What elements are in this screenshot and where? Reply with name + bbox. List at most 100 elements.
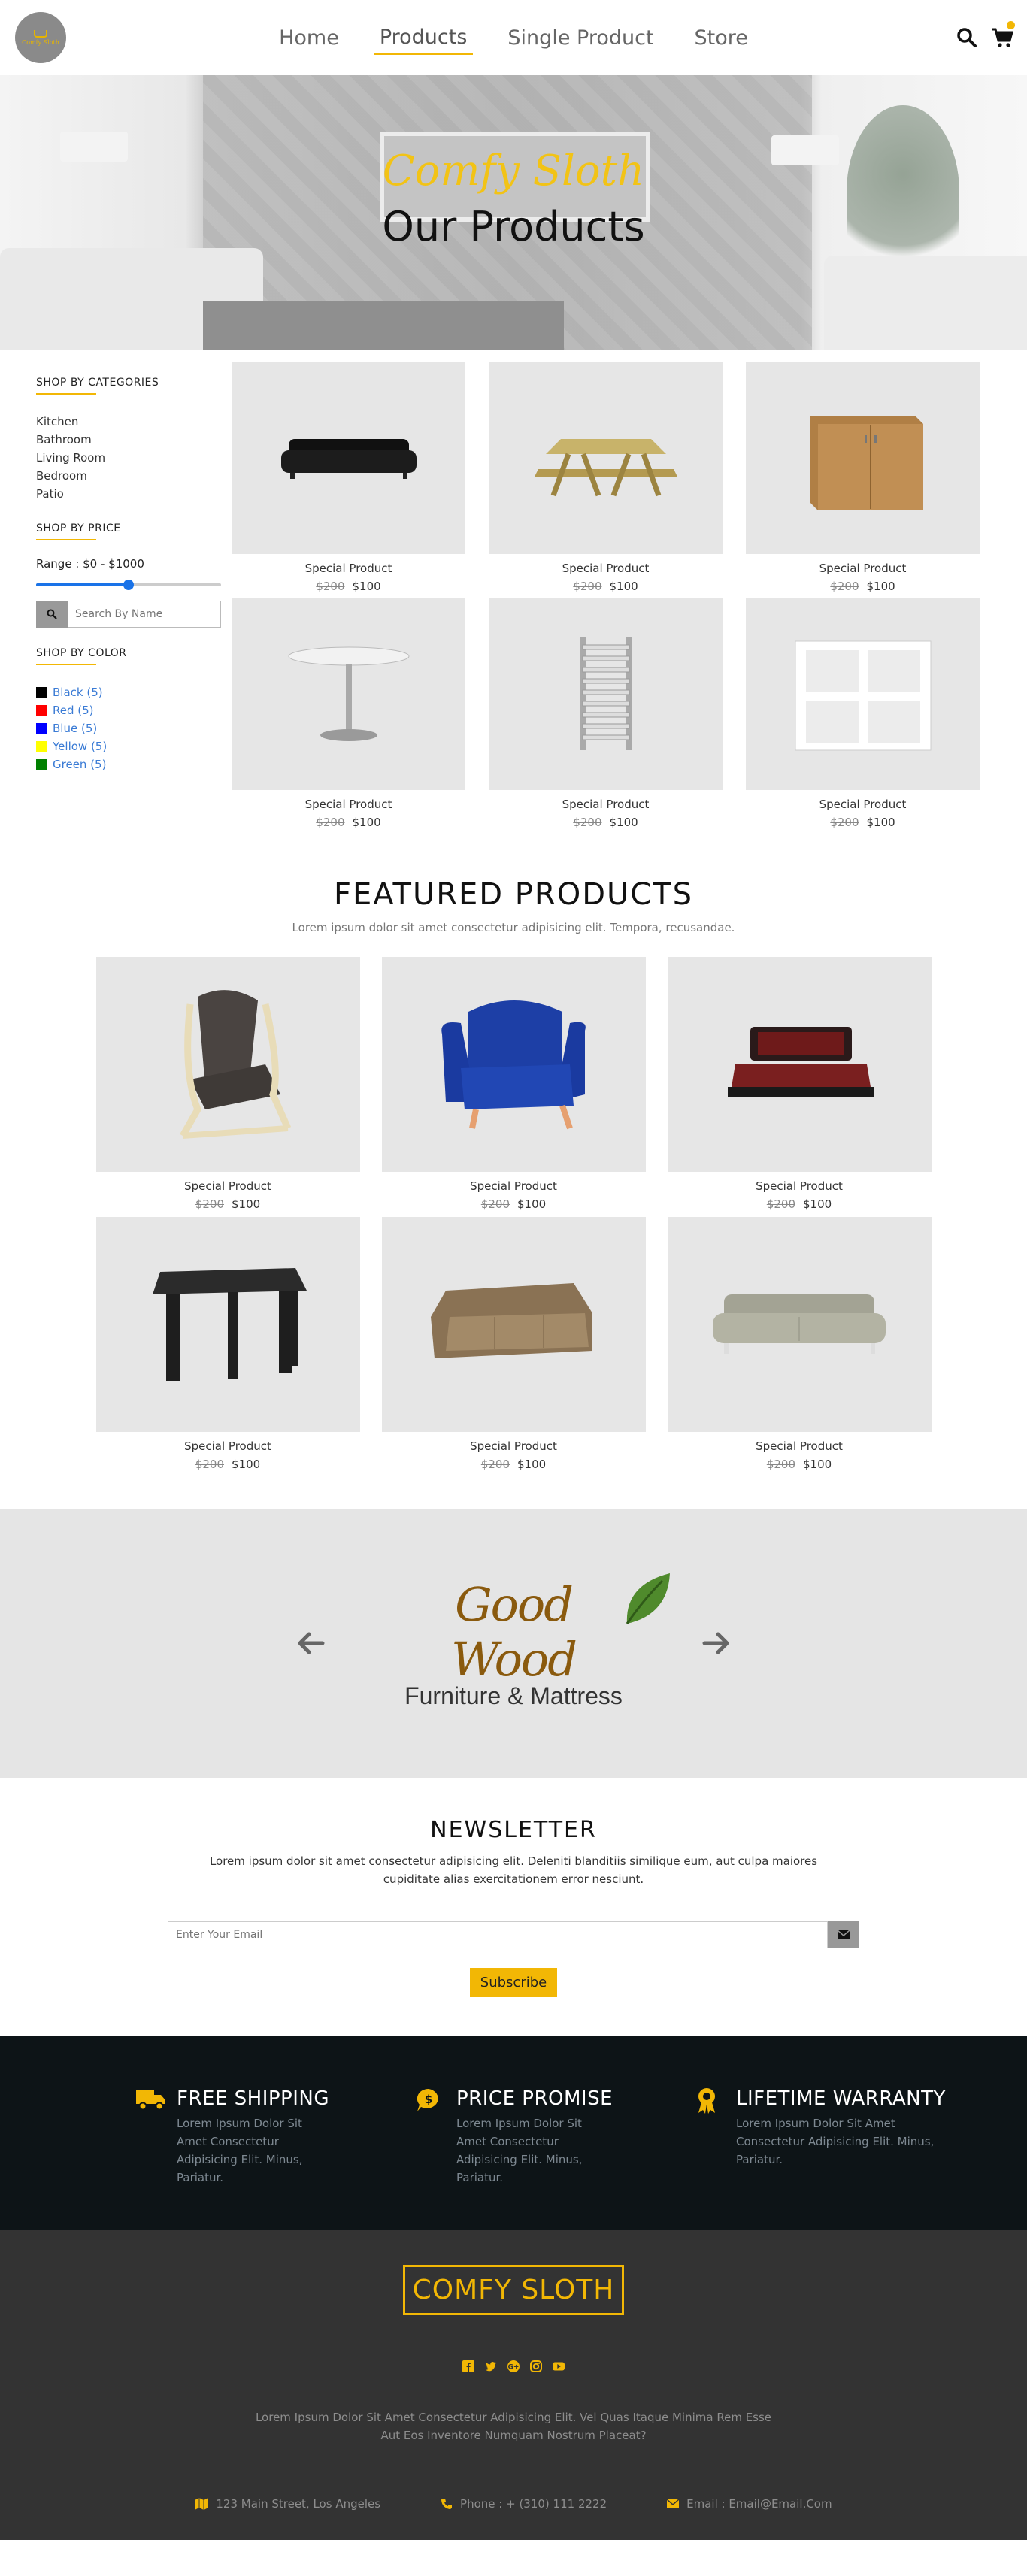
- featured-card[interactable]: Special Product $200 $100: [95, 1217, 360, 1471]
- hero-text: Comfy Sloth Our Products: [0, 147, 1027, 250]
- categories-heading: SHOP BY CATEGORIES: [36, 377, 159, 395]
- contact-phone: Phone : + (310) 111 2222: [441, 2497, 607, 2511]
- leather-sofa-image: [280, 439, 417, 479]
- product-name[interactable]: Special Product: [382, 1439, 646, 1453]
- product-image[interactable]: [489, 598, 723, 790]
- youtube-icon[interactable]: [553, 2360, 565, 2372]
- product-image[interactable]: [95, 1217, 360, 1432]
- product-name[interactable]: Special Product: [668, 1179, 932, 1193]
- product-card[interactable]: Special Product $200 $100: [232, 362, 465, 593]
- color-swatch: [36, 687, 47, 698]
- category-item[interactable]: Patio: [36, 485, 221, 503]
- hero-subtitle: Comfy Sloth: [382, 147, 645, 195]
- nav-icons: [956, 21, 1015, 48]
- feature-text: Lorem Ipsum Dolor Sit Amet Consectetur A…: [177, 2117, 303, 2184]
- old-price: $200: [830, 816, 859, 829]
- product-card[interactable]: Special Product $200 $100: [489, 598, 723, 829]
- twitter-icon[interactable]: [485, 2360, 497, 2372]
- subscribe-button[interactable]: Subscribe: [469, 1968, 558, 1997]
- black-side-table-image: [153, 1268, 307, 1381]
- phone-icon: [441, 2499, 453, 2509]
- old-price: $200: [573, 580, 602, 593]
- nav-link-store[interactable]: Store: [689, 22, 754, 54]
- product-name[interactable]: Special Product: [96, 1179, 360, 1193]
- product-name[interactable]: Special Product: [96, 1439, 360, 1453]
- color-item-blue[interactable]: Blue (5): [36, 719, 221, 737]
- product-card[interactable]: Special Product $200 $100: [746, 362, 980, 593]
- product-image[interactable]: [95, 957, 360, 1172]
- product-card[interactable]: Special Product $200 $100: [746, 598, 980, 829]
- instagram-icon[interactable]: [530, 2360, 542, 2372]
- nav-link-products[interactable]: Products: [373, 21, 474, 55]
- product-card[interactable]: Special Product $200 $100: [232, 598, 465, 829]
- featured-card[interactable]: Special Product $200 $100: [667, 1217, 932, 1471]
- product-price: $200 $100: [489, 580, 723, 593]
- product-name[interactable]: Special Product: [746, 798, 980, 811]
- category-item[interactable]: Living Room: [36, 449, 221, 467]
- product-name[interactable]: Special Product: [382, 1179, 646, 1193]
- hero-table: [203, 301, 564, 350]
- product-image[interactable]: [667, 957, 932, 1172]
- product-image[interactable]: [232, 598, 465, 790]
- facebook-icon[interactable]: [462, 2360, 474, 2372]
- site-logo[interactable]: Comfy Sloth: [15, 12, 66, 63]
- search-icon[interactable]: [956, 27, 977, 48]
- featured-subtitle: Lorem ipsum dolor sit amet consectetur a…: [292, 921, 735, 934]
- product-price: $200 $100: [746, 816, 980, 829]
- featured-card[interactable]: Special Product $200 $100: [667, 957, 932, 1211]
- color-item-black[interactable]: Black (5): [36, 683, 221, 701]
- product-image[interactable]: [667, 1217, 932, 1432]
- product-name[interactable]: Special Product: [746, 562, 980, 575]
- product-name[interactable]: Special Product: [489, 562, 723, 575]
- old-price: $200: [316, 580, 345, 593]
- product-name[interactable]: Special Product: [232, 562, 465, 575]
- feature-title: LIFETIME WARRANTY: [736, 2087, 946, 2110]
- featured-card[interactable]: Special Product $200 $100: [95, 957, 360, 1211]
- email-field[interactable]: [168, 1921, 828, 1948]
- product-name[interactable]: Special Product: [232, 798, 465, 811]
- hero-banner: Comfy Sloth Our Products: [0, 75, 1027, 350]
- search-input[interactable]: [68, 601, 221, 628]
- price-slider[interactable]: [36, 580, 221, 590]
- product-card[interactable]: Special Product $200 $100: [489, 362, 723, 593]
- slider-fill: [36, 583, 129, 586]
- hero-sofa: [824, 256, 1027, 350]
- product-image[interactable]: [381, 957, 646, 1172]
- product-name[interactable]: Special Product: [668, 1439, 932, 1453]
- category-item[interactable]: Bathroom: [36, 431, 221, 449]
- search-button[interactable]: [36, 601, 68, 628]
- color-item-red[interactable]: Red (5): [36, 701, 221, 719]
- cart-icon[interactable]: [991, 21, 1015, 48]
- arrow-left-icon[interactable]: [292, 1628, 329, 1658]
- email-submit-button[interactable]: [828, 1921, 859, 1948]
- category-item[interactable]: Kitchen: [36, 413, 221, 431]
- nav-link-home[interactable]: Home: [273, 22, 345, 54]
- category-item[interactable]: Bedroom: [36, 467, 221, 485]
- color-item-yellow[interactable]: Yellow (5): [36, 737, 221, 755]
- envelope-icon: [838, 1930, 850, 1939]
- slider-handle[interactable]: [123, 580, 134, 590]
- feature-title: PRICE PROMISE: [456, 2087, 613, 2110]
- logo-text: Comfy Sloth: [22, 38, 59, 46]
- product-image[interactable]: [746, 362, 980, 554]
- color-item-green[interactable]: Green (5): [36, 755, 221, 773]
- arrow-right-icon[interactable]: [698, 1628, 735, 1658]
- product-name[interactable]: Special Product: [489, 798, 723, 811]
- product-image[interactable]: [746, 598, 980, 790]
- product-image[interactable]: [381, 1217, 646, 1432]
- wood-cabinet-image: [810, 416, 923, 510]
- features-strip: FREE SHIPPING Lorem Ipsum Dolor Sit Amet…: [0, 2036, 1027, 2230]
- sale-price: $100: [609, 580, 638, 593]
- product-image[interactable]: [489, 362, 723, 554]
- featured-card[interactable]: Special Product $200 $100: [381, 957, 646, 1211]
- product-image[interactable]: [232, 362, 465, 554]
- footer-logo[interactable]: COMFY SLOTH: [402, 2265, 625, 2315]
- featured-card[interactable]: Special Product $200 $100: [381, 1217, 646, 1471]
- nav-link-single-product[interactable]: Single Product: [501, 22, 659, 54]
- featured-section: FEATURED PRODUCTS Lorem ipsum dolor sit …: [0, 877, 1027, 1471]
- map-icon: [195, 2498, 209, 2510]
- google-plus-icon[interactable]: G+: [507, 2360, 520, 2372]
- brand-carousel: Good Wood Furniture & Mattress: [0, 1509, 1027, 1778]
- sale-price: $100: [609, 816, 638, 829]
- svg-text:G+: G+: [508, 2364, 520, 2372]
